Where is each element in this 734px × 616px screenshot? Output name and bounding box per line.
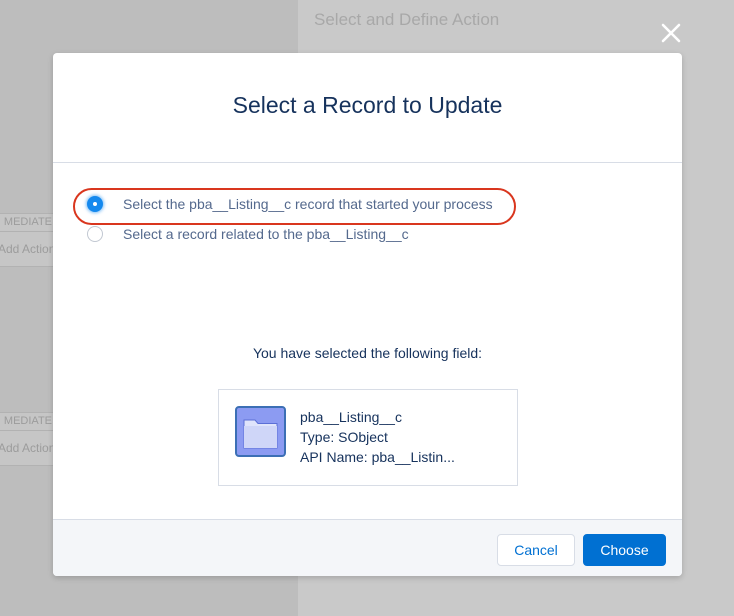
modal-footer: Cancel Choose	[53, 519, 682, 576]
background-criteria-node: MEDIATE Add Action	[0, 213, 57, 267]
selected-field-card: pba__Listing__c Type: SObject API Name: …	[218, 389, 518, 486]
radio-option-label: Select the pba__Listing__c record that s…	[123, 196, 493, 212]
close-icon[interactable]	[659, 21, 683, 45]
background-criteria-tag: MEDIATE	[0, 214, 56, 232]
radio-button-checked[interactable]	[87, 196, 103, 212]
choose-button[interactable]: Choose	[583, 534, 666, 566]
selected-field-details: pba__Listing__c Type: SObject API Name: …	[300, 407, 455, 467]
radio-button-unchecked[interactable]	[87, 226, 103, 242]
screen: Select and Define Action MEDIATE Add Act…	[0, 0, 734, 616]
radio-option-label: Select a record related to the pba__List…	[123, 226, 409, 242]
modal-title: Select a Record to Update	[232, 92, 503, 118]
modal-header: Select a Record to Update	[53, 53, 682, 163]
field-api-name: API Name: pba__Listin...	[300, 449, 455, 465]
field-type: Type: SObject	[300, 429, 388, 445]
select-record-modal: Select a Record to Update Select the pba…	[53, 53, 682, 576]
folder-icon	[235, 406, 286, 457]
background-criteria-node: MEDIATE Add Action	[0, 412, 57, 466]
radio-option-started-record[interactable]: Select the pba__Listing__c record that s…	[87, 196, 493, 212]
background-section-header: Select and Define Action	[314, 10, 500, 29]
background-add-action: Add Action	[0, 441, 56, 455]
selected-field-caption: You have selected the following field:	[252, 345, 483, 361]
background-add-action: Add Action	[0, 242, 56, 256]
cancel-button[interactable]: Cancel	[497, 534, 575, 566]
background-criteria-tag: MEDIATE	[0, 413, 56, 431]
field-name: pba__Listing__c	[300, 409, 402, 425]
radio-option-related-record[interactable]: Select a record related to the pba__List…	[87, 226, 409, 242]
